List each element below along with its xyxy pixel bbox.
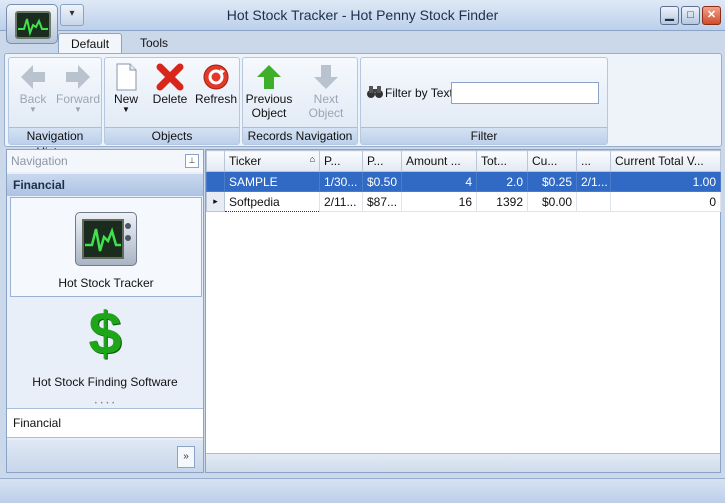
table-cell[interactable]: 0 [610, 191, 721, 212]
table-cell[interactable]: 1392 [476, 191, 528, 212]
row-indicator[interactable]: ▸ [206, 191, 225, 212]
group-label: Records Navigation [243, 127, 357, 144]
column-header-ticker[interactable]: Ticker ⌂ [224, 150, 320, 172]
filter-label: Filter by Text [385, 86, 453, 100]
forward-label: Forward [55, 92, 100, 106]
column-header-label: Ticker [229, 154, 262, 168]
navigation-pane: Navigation ⊥ Financial Hot Stock Tracker… [6, 149, 204, 473]
table-row[interactable]: SAMPLE 1/30... $0.50 4 2.0 $0.25 2/1... … [206, 171, 721, 192]
forward-arrow-icon [55, 62, 101, 92]
new-document-icon [107, 62, 145, 92]
table-row[interactable]: ▸ Softpedia 2/11... $87... 16 1392 $0.00… [206, 191, 721, 212]
tab-tools[interactable]: Tools [128, 33, 180, 53]
delete-x-icon [149, 62, 191, 92]
new-button[interactable]: New ▼ [107, 62, 145, 114]
tab-default[interactable]: Default [58, 33, 123, 54]
table-cell[interactable]: 2.0 [476, 171, 528, 192]
column-header[interactable]: Cu... [527, 150, 577, 172]
table-cell[interactable]: Softpedia [224, 191, 320, 212]
minimize-button[interactable]: ▁ [660, 6, 679, 25]
filter-text-input[interactable] [451, 82, 599, 104]
table-cell[interactable]: SAMPLE [224, 171, 320, 192]
nav-group-header[interactable]: Financial [7, 174, 203, 196]
row-indicator-header [206, 150, 225, 172]
table-cell[interactable]: $87... [362, 191, 402, 212]
group-objects: New ▼ Delete Refresh Objects [104, 57, 240, 145]
chevron-right-icon[interactable]: » [177, 446, 195, 468]
column-header[interactable]: Current Total V... [610, 150, 721, 172]
column-header[interactable]: Amount ... [401, 150, 477, 172]
status-bar [0, 478, 725, 503]
column-header[interactable]: P... [319, 150, 363, 172]
table-cell[interactable]: $0.50 [362, 171, 402, 192]
refresh-button[interactable]: Refresh [193, 62, 239, 106]
horizontal-scrollbar[interactable] [206, 453, 720, 472]
nav-group-title: Financial [13, 178, 66, 192]
nav-item-hot-stock-finding-software[interactable]: $ Hot Stock Finding Software [10, 299, 200, 397]
maximize-button[interactable]: □ [681, 6, 700, 25]
dollar-icon: $ [88, 300, 122, 367]
nav-item-hot-stock-tracker[interactable]: Hot Stock Tracker [10, 197, 202, 297]
table-cell[interactable]: 16 [401, 191, 477, 212]
previous-object-button[interactable]: Previous Object [245, 62, 293, 120]
navigation-header: Navigation ⊥ [7, 150, 203, 172]
sort-indicator-icon: ⌂ [309, 154, 315, 164]
records-grid: Ticker ⌂ P... P... Amount ... Tot... Cu..… [205, 149, 721, 473]
navigation-header-label: Navigation [11, 154, 68, 168]
monitor-chart-icon [15, 11, 51, 39]
window-title: Hot Stock Tracker - Hot Penny Stock Find… [226, 7, 499, 23]
title-bar: Hot Stock Tracker - Hot Penny Stock Find… [0, 0, 725, 31]
table-cell[interactable]: 4 [401, 171, 477, 192]
splitter-grip[interactable]: • • • • [7, 401, 203, 407]
ribbon: Back ▼ Forward ▼ Navigation History New … [4, 53, 722, 159]
table-cell[interactable]: $0.00 [527, 191, 577, 212]
app-menu-button[interactable] [6, 4, 58, 44]
next-object-label: Next Object [308, 92, 344, 120]
previous-object-label: Previous Object [245, 92, 293, 120]
chevron-down-icon: ▼ [74, 105, 82, 114]
nav-footer: » [7, 440, 203, 472]
back-button[interactable]: Back ▼ [11, 62, 55, 114]
table-cell[interactable]: 1/30... [319, 171, 363, 192]
column-header[interactable]: ... [576, 150, 611, 172]
up-arrow-icon [245, 62, 293, 92]
nav-item-label: Hot Stock Finding Software [32, 375, 178, 389]
delete-label: Delete [152, 92, 188, 106]
delete-button[interactable]: Delete [149, 62, 191, 106]
monitor-chart-icon [75, 212, 137, 266]
group-label: Objects [105, 127, 239, 144]
quick-access-dropdown[interactable]: ▾ [60, 4, 84, 26]
table-cell[interactable]: 2/11... [319, 191, 363, 212]
group-label: Navigation History [9, 127, 101, 159]
table-cell[interactable]: 2/1... [576, 171, 611, 192]
close-button[interactable]: ✕ [702, 6, 721, 25]
group-navigation-history: Back ▼ Forward ▼ Navigation History [8, 57, 102, 159]
column-header[interactable]: Tot... [476, 150, 528, 172]
next-object-button[interactable]: Next Object [295, 62, 357, 120]
nav-group-button-label: Financial [13, 416, 62, 430]
data-table: Ticker ⌂ P... P... Amount ... Tot... Cu..… [206, 150, 721, 212]
new-label: New [113, 92, 138, 106]
binoculars-icon [367, 85, 383, 102]
row-indicator[interactable] [206, 171, 225, 192]
group-label: Filter [361, 127, 607, 144]
table-cell[interactable] [576, 191, 611, 212]
refresh-icon [193, 62, 239, 92]
down-arrow-icon [295, 62, 357, 92]
table-cell[interactable]: $0.25 [527, 171, 577, 192]
back-label: Back [19, 92, 47, 106]
group-records-navigation: Previous Object Next Object Records Navi… [242, 57, 358, 145]
chevron-down-icon: ▼ [29, 105, 37, 114]
pin-icon[interactable]: ⊥ [185, 154, 199, 168]
chevron-down-icon: ▼ [122, 105, 130, 114]
table-cell[interactable]: 1.00 [610, 171, 721, 192]
forward-button[interactable]: Forward ▼ [55, 62, 101, 114]
table-header-row: Ticker ⌂ P... P... Amount ... Tot... Cu..… [206, 150, 721, 172]
nav-item-label: Hot Stock Tracker [58, 276, 154, 290]
back-arrow-icon [11, 62, 55, 92]
nav-group-button-financial[interactable]: Financial [7, 408, 203, 438]
refresh-label: Refresh [194, 92, 238, 106]
column-header[interactable]: P... [362, 150, 402, 172]
group-filter: Filter by Text Filter [360, 57, 608, 145]
